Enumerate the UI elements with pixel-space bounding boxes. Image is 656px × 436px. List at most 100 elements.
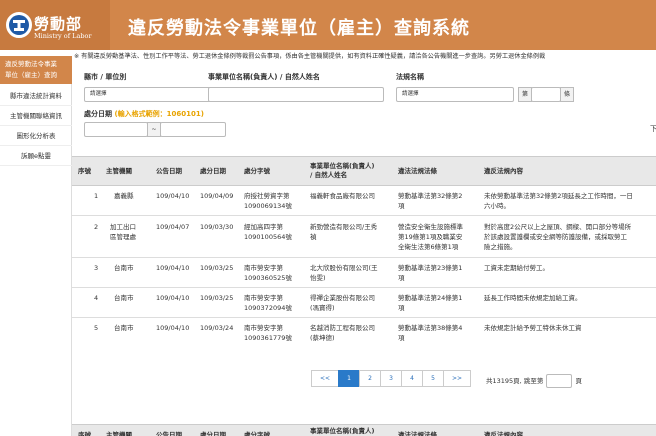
cell-no: 4 bbox=[94, 294, 99, 302]
logo-chinese-name: 勞動部 bbox=[34, 15, 83, 33]
cell-content-line3: 險之措施。 bbox=[484, 243, 517, 251]
date-format-hint: (輸入格式範例：1060101) bbox=[114, 110, 204, 118]
page-3-button[interactable]: 3 bbox=[380, 370, 402, 387]
cell-law-line1: 勞動基準法第38條第4 bbox=[398, 324, 463, 332]
th-agency: 主管機關 bbox=[106, 431, 132, 436]
th-content: 違反法規內容 bbox=[484, 167, 523, 175]
cell-agency: 嘉義縣 bbox=[114, 192, 134, 200]
cell-doc-no: 南市勞安字第 1090361779號 bbox=[244, 323, 292, 343]
cell-unit-line2: (蔡坤德) bbox=[310, 334, 335, 342]
sidebar-item-county-statistics[interactable]: 縣市違法統計資料 bbox=[0, 86, 72, 106]
cell-content-line1: 未依勞動基準法第32條第2項延長之工作時間，一日 bbox=[484, 192, 633, 200]
cell-content: 工資未定期給付勞工。 bbox=[484, 264, 549, 272]
notice-text: ※ 有關違反勞動基準法、性別工作平等法、勞工退休金條例等裁罰公告事項，係由各主管… bbox=[0, 50, 656, 64]
ministry-emblem-icon bbox=[6, 12, 32, 38]
cell-content-line2: 六小時。 bbox=[484, 202, 510, 210]
cell-no: 5 bbox=[94, 324, 99, 332]
cell-law: 勞動基準法第38條第4 項 bbox=[398, 323, 462, 343]
cell-penalty-date: 109/03/30 bbox=[200, 223, 234, 231]
th-law: 違法法規法條 bbox=[398, 431, 437, 436]
table-row: 5 台南市 109/04/10 109/03/24 南市勞安字第 1090361… bbox=[72, 318, 656, 350]
cell-penalty-date: 109/03/25 bbox=[200, 264, 234, 272]
article-prefix: 第 bbox=[518, 87, 532, 102]
jump-page-input[interactable] bbox=[546, 374, 573, 388]
jump-prefix: 跳至第 bbox=[523, 377, 544, 385]
cell-content: 未依規定計給予勞工特休未休工資 bbox=[484, 324, 582, 332]
cell-no: 1 bbox=[94, 192, 99, 200]
cell-law-line1: 勞動基準法第24條第1 bbox=[398, 294, 463, 302]
cell-content: 對於高度2公尺以上之屋頂、鋼樑、開口部分等場所 於該處設置護欄或安全網等防護設備… bbox=[484, 222, 656, 252]
page-4-button[interactable]: 4 bbox=[401, 370, 423, 387]
th-unit-name: 事業單位名稱(負責人) / 自然人姓名 bbox=[310, 162, 374, 180]
main-content: 縣市 / 單位別 請選擇 事業單位名稱(負責人) / 自然人姓名 法規名稱 請選… bbox=[72, 64, 656, 436]
table-row: 3 台南市 109/04/10 109/03/25 南市勞安字第 1090360… bbox=[72, 258, 656, 288]
table-row: 4 台南市 109/04/10 109/03/25 南市勞安字第 1090372… bbox=[72, 288, 656, 318]
table-row: 2 加工出口 區管理處 109/04/07 109/03/30 經加高四字第 1… bbox=[72, 216, 656, 258]
sidebar-item-violation-query[interactable]: 違反勞動法令事業 單位（雇主）查詢 bbox=[0, 56, 72, 84]
sidebar-item-appeal[interactable]: 訴願e點靈 bbox=[0, 146, 72, 166]
jump-suffix: 頁 bbox=[575, 377, 582, 385]
sidebar-item-agency-contacts[interactable]: 主管機關聯絡資訊 bbox=[0, 106, 72, 126]
cell-unit-line1: 新勁營造有限公司/王秀 bbox=[310, 223, 378, 231]
cell-doc-line1: 府授社勞資字第 bbox=[244, 192, 290, 200]
article-number-input[interactable] bbox=[531, 87, 561, 102]
unit-name-label: 事業單位名稱(負責人) / 自然人姓名 bbox=[208, 73, 320, 81]
th-content: 違反法規內容 bbox=[484, 431, 523, 436]
th-doc-no: 處分字號 bbox=[244, 167, 270, 175]
cell-doc-line2: 1090100564號 bbox=[244, 233, 292, 241]
cell-unit-line1: 北大欣股份有限公司(王 bbox=[310, 264, 378, 272]
site-title: 違反勞動法令事業單位（雇主）查詢系統 bbox=[128, 18, 470, 39]
cell-doc-no: 南市勞安字第 1090360525號 bbox=[244, 263, 292, 283]
cell-unit-line2: 禎 bbox=[310, 233, 317, 241]
sidebar-item-graphic-analysis[interactable]: 圖形化分析表 bbox=[0, 126, 72, 146]
cell-doc-line1: 經加高四字第 bbox=[244, 223, 283, 231]
table-row: 1 嘉義縣 109/04/10 109/04/09 府授社勞資字第 109006… bbox=[72, 186, 656, 216]
cell-unit-name: 福義軒食品廠有限公司 bbox=[310, 192, 375, 200]
law-select[interactable]: 請選擇 bbox=[396, 87, 514, 102]
cell-law-line2: 項 bbox=[398, 304, 405, 312]
page-2-button[interactable]: 2 bbox=[359, 370, 381, 387]
cell-law: 勞動基準法第23條第1 項 bbox=[398, 263, 462, 283]
cell-doc-no: 府授社勞資字第 1090069134號 bbox=[244, 191, 292, 211]
cell-no: 3 bbox=[94, 264, 99, 272]
cell-unit-name: 北大欣股份有限公司(王 怡雯) bbox=[310, 263, 378, 283]
cell-doc-line2: 1090069134號 bbox=[244, 202, 292, 210]
results-table-header: 序號 主管機關 公告日期 處分日期 處分字號 事業單位名稱(負責人) / 自然人… bbox=[72, 156, 656, 186]
unit-name-input[interactable] bbox=[208, 87, 384, 102]
cell-law-line2: 第19條第1項及職業安 bbox=[398, 233, 463, 241]
date-from-input[interactable] bbox=[84, 122, 148, 137]
th-no: 序號 bbox=[78, 431, 91, 436]
sidebar: 違反勞動法令事業 單位（雇主）查詢 縣市違法統計資料 主管機關聯絡資訊 圖形化分… bbox=[0, 56, 72, 436]
th-announce-date: 公告日期 bbox=[156, 431, 182, 436]
pagination: << 1 2 3 4 5 >> bbox=[311, 370, 471, 387]
th-unit-line2: / 自然人姓名 bbox=[310, 171, 348, 179]
cell-agency: 台南市 bbox=[114, 324, 134, 332]
cell-unit-line1: 名越消防工程有限公司 bbox=[310, 324, 375, 332]
cell-agency-line2: 區管理處 bbox=[110, 233, 136, 241]
th-law: 違法法規法條 bbox=[398, 167, 437, 175]
cell-unit-line2: 怡雯) bbox=[310, 274, 326, 282]
page-prev-button[interactable]: << bbox=[311, 370, 339, 387]
cell-unit-line2: (馮寶得) bbox=[310, 304, 335, 312]
cell-doc-line1: 南市勞安字第 bbox=[244, 264, 283, 272]
cell-content: 延長工作時間未依規定加給工資。 bbox=[484, 294, 582, 302]
cell-law-line2: 項 bbox=[398, 202, 405, 210]
cell-unit-name: 新勁營造有限公司/王秀 禎 bbox=[310, 222, 377, 242]
cell-law-line1: 勞動基準法第32條第2 bbox=[398, 192, 463, 200]
logo[interactable]: 勞動部 Ministry of Labor bbox=[0, 0, 110, 50]
th-unit-line1: 事業單位名稱(負責人) bbox=[310, 162, 375, 170]
page-5-button[interactable]: 5 bbox=[422, 370, 444, 387]
th-announce-date: 公告日期 bbox=[156, 167, 182, 175]
cell-announce-date: 109/04/10 bbox=[156, 324, 190, 332]
page-next-button[interactable]: >> bbox=[443, 370, 471, 387]
cell-content: 未依勞動基準法第32條第2項延長之工作時間，一日 六小時。 bbox=[484, 191, 656, 211]
cell-agency-line1: 加工出口 bbox=[110, 223, 136, 231]
cell-content-line1: 對於高度2公尺以上之屋頂、鋼樑、開口部分等場所 bbox=[484, 223, 632, 231]
cell-penalty-date: 109/03/25 bbox=[200, 294, 234, 302]
cell-content-line2: 於該處設置護欄或安全網等防護設備，或採取勞工 bbox=[484, 233, 627, 241]
date-to-input[interactable] bbox=[160, 122, 226, 137]
cell-doc-line1: 南市勞安字第 bbox=[244, 324, 283, 332]
county-label: 縣市 / 單位別 bbox=[84, 73, 127, 81]
page-1-button[interactable]: 1 bbox=[338, 370, 360, 387]
th-no: 序號 bbox=[78, 167, 91, 175]
